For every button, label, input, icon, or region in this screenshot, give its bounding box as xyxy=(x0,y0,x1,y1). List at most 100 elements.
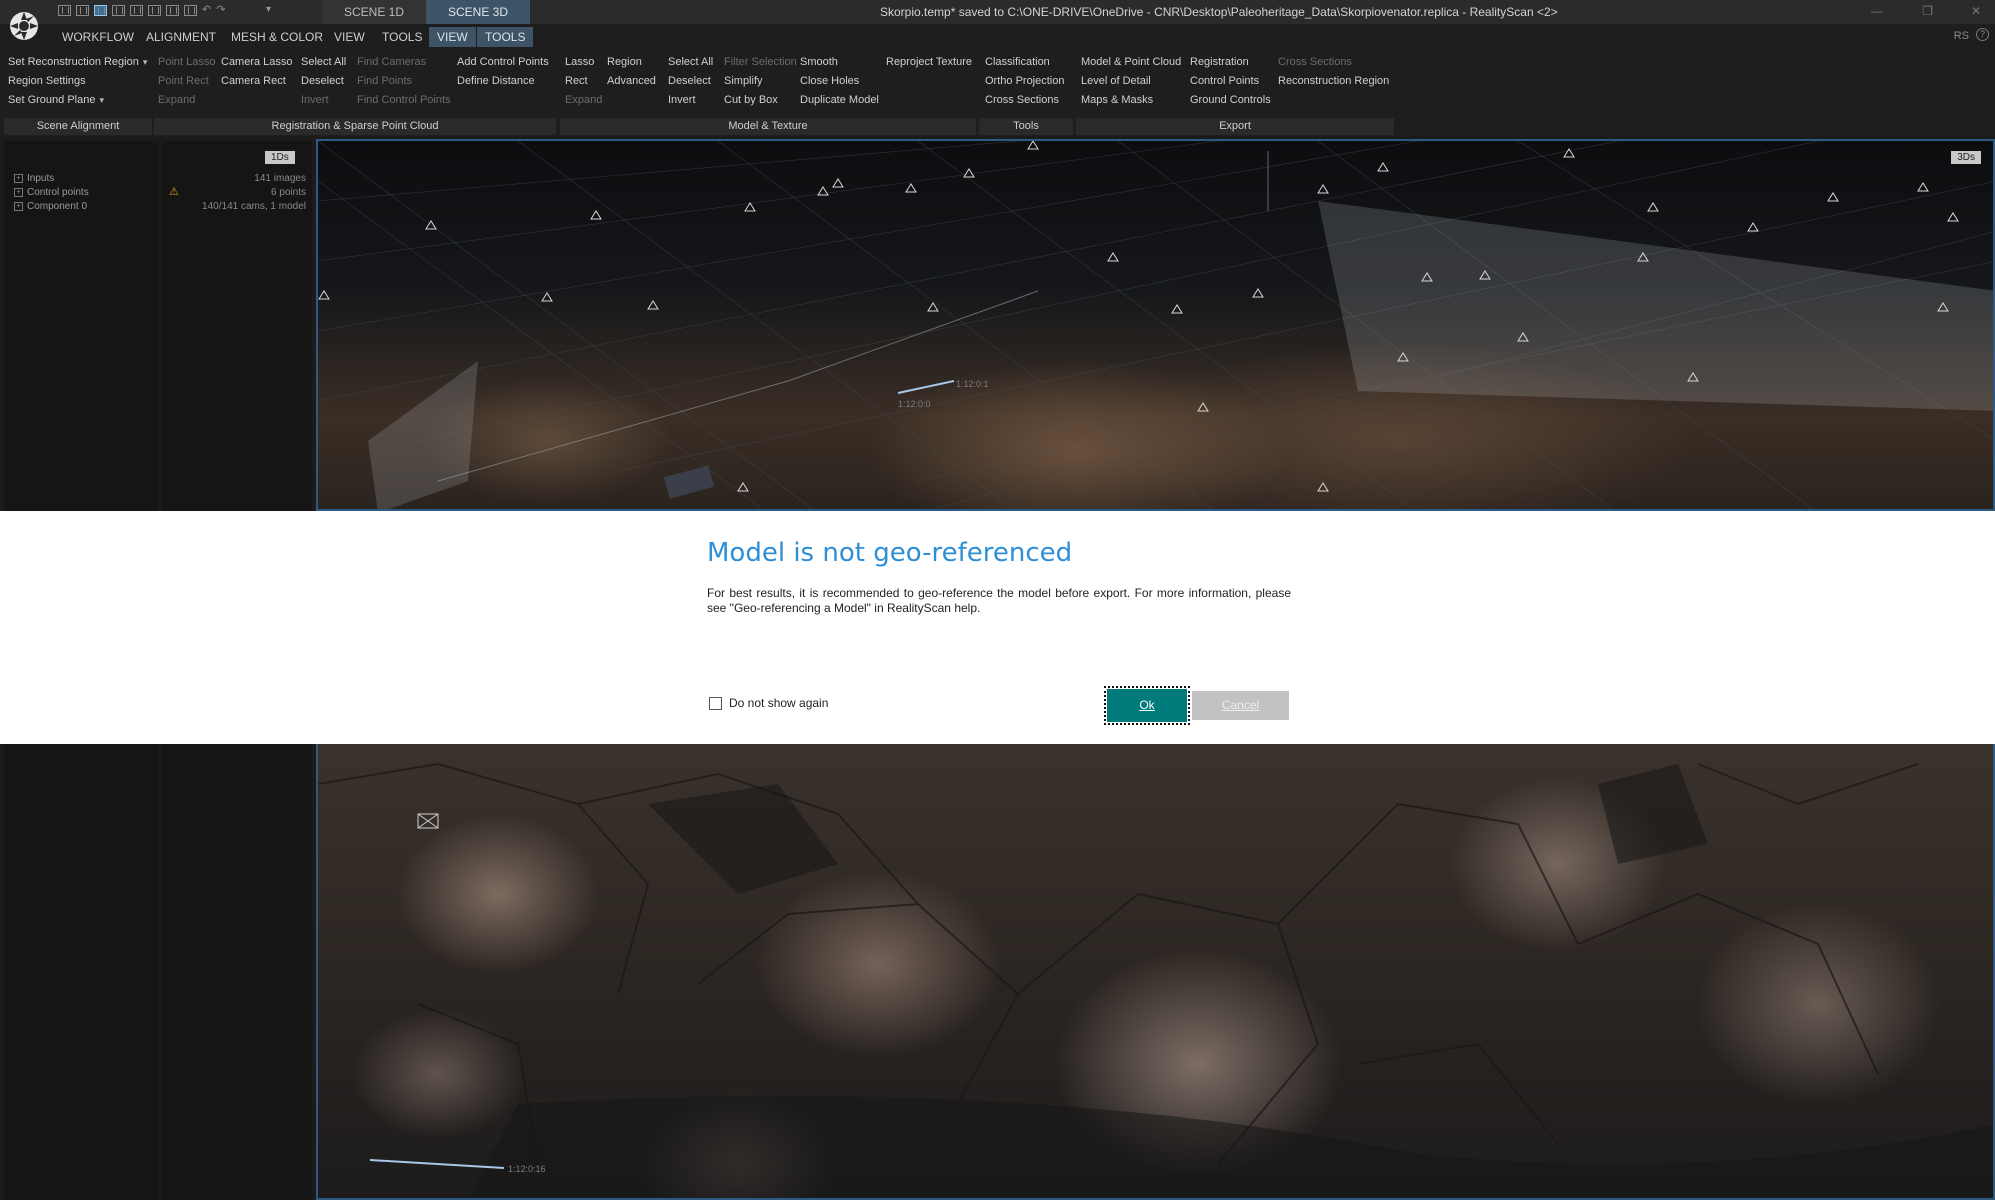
inputs-count: 141 images xyxy=(254,173,306,184)
model-expand-button[interactable]: Expand xyxy=(565,94,602,106)
region-settings-button[interactable]: Region Settings xyxy=(8,75,86,87)
cancel-button[interactable]: Cancel xyxy=(1192,691,1289,720)
tab-mesh-color[interactable]: MESH & COLOR xyxy=(223,27,331,47)
select-all-cameras-button[interactable]: Select All xyxy=(301,56,346,68)
select-all-model-button[interactable]: Select All xyxy=(668,56,713,68)
export-cross-sections-button[interactable]: Cross Sections xyxy=(1278,56,1352,68)
export-model-point-cloud-button[interactable]: Model & Point Cloud xyxy=(1081,56,1181,68)
tab-scene-tools[interactable]: TOOLS xyxy=(477,27,534,47)
simplify-button[interactable]: Simplify xyxy=(724,75,763,87)
export-registration-button[interactable]: Registration xyxy=(1190,56,1249,68)
point-lasso-button[interactable]: Point Lasso xyxy=(158,56,215,68)
region-select-button[interactable]: Region xyxy=(607,56,642,68)
undo-icon[interactable]: ↶ xyxy=(202,5,211,16)
tab-view[interactable]: VIEW xyxy=(326,27,373,47)
find-cameras-button[interactable]: Find Cameras xyxy=(357,56,426,68)
layout-toolbar: ↶ ↷ xyxy=(58,5,225,16)
invert-cameras-button[interactable]: Invert xyxy=(301,94,329,106)
quick-access-dropdown-icon[interactable]: ▾ xyxy=(266,4,271,15)
tree-item-control-points[interactable]: + Control points xyxy=(14,187,89,198)
invert-model-button[interactable]: Invert xyxy=(668,94,696,106)
tree-item-component-0[interactable]: + Component 0 xyxy=(14,201,87,212)
checkbox-icon[interactable] xyxy=(709,696,722,710)
tab-scene-3d[interactable]: SCENE 3D xyxy=(426,0,530,24)
camera-lasso-button[interactable]: Camera Lasso xyxy=(221,56,293,68)
chevron-down-icon: ▾ xyxy=(99,95,104,105)
camera-rect-button[interactable]: Camera Rect xyxy=(221,75,286,87)
app-logo-icon[interactable] xyxy=(6,8,42,44)
set-reconstruction-region-button[interactable]: Set Reconstruction Region ▾ xyxy=(8,56,147,68)
point-rect-button[interactable]: Point Rect xyxy=(158,75,209,87)
dialog-message: For best results, it is recommended to g… xyxy=(707,586,1291,615)
maximize-icon[interactable]: ❐ xyxy=(1922,4,1933,18)
layout-3-icon[interactable] xyxy=(94,5,107,16)
ribbon-tab-bar: WORKFLOW ALIGNMENT MESH & COLOR VIEW TOO… xyxy=(0,24,1995,50)
tab-workflow[interactable]: WORKFLOW xyxy=(54,27,142,47)
layout-1-icon[interactable] xyxy=(58,5,71,16)
ortho-projection-button[interactable]: Ortho Projection xyxy=(985,75,1064,87)
viewport-3d-lower[interactable]: 1:12:0:16 xyxy=(316,744,1995,1200)
model-lasso-button[interactable]: Lasso xyxy=(565,56,594,68)
export-reconstruction-region-button[interactable]: Reconstruction Region xyxy=(1278,75,1389,87)
title-bar: ↶ ↷ ▾ SCENE 1D SCENE 3D Skorpio.temp* sa… xyxy=(0,0,1995,24)
deselect-cameras-button[interactable]: Deselect xyxy=(301,75,344,87)
scale-bar-label: 1:12:0:1 xyxy=(956,379,989,389)
checkbox-label: Do not show again xyxy=(729,696,829,710)
cut-by-box-button[interactable]: Cut by Box xyxy=(724,94,778,106)
ground-grid xyxy=(318,141,1993,509)
group-label-scene-alignment: Scene Alignment xyxy=(4,118,152,135)
add-control-points-button[interactable]: Add Control Points xyxy=(457,56,549,68)
layout-6-icon[interactable] xyxy=(148,5,161,16)
group-label-model-texture: Model & Texture xyxy=(560,118,976,135)
minimize-icon[interactable]: — xyxy=(1871,4,1883,18)
group-label-tools: Tools xyxy=(979,118,1073,135)
export-control-points-button[interactable]: Control Points xyxy=(1190,75,1259,87)
deselect-model-button[interactable]: Deselect xyxy=(668,75,711,87)
find-points-button[interactable]: Find Points xyxy=(357,75,412,87)
export-level-of-detail-button[interactable]: Level of Detail xyxy=(1081,75,1151,87)
tab-tools[interactable]: TOOLS xyxy=(374,27,430,47)
window-title: Skorpio.temp* saved to C:\ONE-DRIVE\OneD… xyxy=(880,5,1558,19)
define-distance-button[interactable]: Define Distance xyxy=(457,75,535,87)
control-points-count: 6 points xyxy=(270,187,306,198)
classification-button[interactable]: Classification xyxy=(985,56,1050,68)
smooth-button[interactable]: Smooth xyxy=(800,56,838,68)
rs-label: RS xyxy=(1953,30,1969,42)
close-icon[interactable]: ✕ xyxy=(1971,4,1981,18)
do-not-show-again-checkbox[interactable]: Do not show again xyxy=(709,696,828,710)
export-ground-controls-button[interactable]: Ground Controls xyxy=(1190,94,1271,106)
tab-scene-1d[interactable]: SCENE 1D xyxy=(322,0,426,24)
help-icon[interactable]: ? xyxy=(1976,28,1989,41)
dialog-title: Model is not geo-referenced xyxy=(707,538,1073,568)
layout-2-icon[interactable] xyxy=(76,5,89,16)
expand-icon[interactable]: + xyxy=(14,187,23,197)
expand-icon[interactable]: + xyxy=(14,173,23,183)
export-maps-masks-button[interactable]: Maps & Masks xyxy=(1081,94,1153,106)
close-holes-button[interactable]: Close Holes xyxy=(800,75,859,87)
tree-item-inputs[interactable]: + Inputs xyxy=(14,173,54,184)
duplicate-model-button[interactable]: Duplicate Model xyxy=(800,94,879,106)
layout-8-icon[interactable] xyxy=(184,5,197,16)
viewport-3d[interactable]: 3Ds 1:12:0:1 1:12:0:0 xyxy=(316,139,1995,511)
tab-scene-view[interactable]: VIEW xyxy=(429,27,476,47)
layout-4-icon[interactable] xyxy=(112,5,125,16)
set-ground-plane-button[interactable]: Set Ground Plane ▾ xyxy=(8,94,104,106)
georeference-dialog: Model is not geo-referenced For best res… xyxy=(0,511,1995,744)
expand-points-button[interactable]: Expand xyxy=(158,94,195,106)
reproject-texture-button[interactable]: Reproject Texture xyxy=(886,56,972,68)
filter-selection-button[interactable]: Filter Selection xyxy=(724,56,797,68)
cross-sections-tool-button[interactable]: Cross Sections xyxy=(985,94,1059,106)
view-badge-1ds: 1Ds xyxy=(265,151,295,164)
redo-icon[interactable]: ↷ xyxy=(216,5,225,16)
find-control-points-button[interactable]: Find Control Points xyxy=(357,94,451,106)
chevron-down-icon: ▾ xyxy=(142,57,148,67)
ok-button[interactable]: Ok xyxy=(1104,686,1190,725)
scale-bar-label: 1:12:0:16 xyxy=(508,1164,546,1174)
tab-alignment[interactable]: ALIGNMENT xyxy=(138,27,224,47)
advanced-select-button[interactable]: Advanced xyxy=(607,75,656,87)
layout-7-icon[interactable] xyxy=(166,5,179,16)
model-rect-button[interactable]: Rect xyxy=(565,75,588,87)
expand-icon[interactable]: + xyxy=(14,201,23,211)
layout-5-icon[interactable] xyxy=(130,5,143,16)
ribbon-panel: Set Reconstruction Region ▾ Region Settin… xyxy=(0,50,1995,136)
